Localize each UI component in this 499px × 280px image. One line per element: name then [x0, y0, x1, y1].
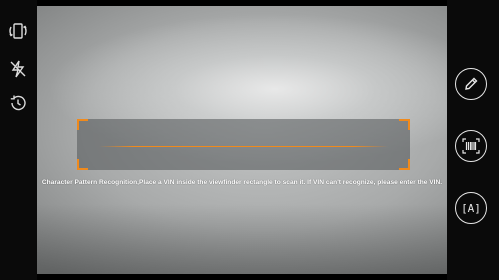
left-toolbar: [0, 0, 37, 280]
viewfinder-corner: [77, 119, 88, 130]
edit-pencil-icon: [465, 77, 478, 90]
text-recognition-button[interactable]: [A]: [455, 192, 487, 224]
viewfinder-rectangle: [77, 119, 410, 170]
preview-shade: [37, 204, 447, 274]
scan-hint-text: Character Pattern Recognition,Place a VI…: [41, 179, 443, 186]
history-button[interactable]: [4, 89, 32, 117]
barcode-scan-icon: [462, 138, 480, 154]
viewfinder-corner: [77, 159, 88, 170]
flash-toggle-button[interactable]: [4, 55, 32, 83]
scan-line: [99, 146, 388, 147]
rotate-screen-button[interactable]: [4, 17, 32, 45]
viewfinder-corner: [399, 119, 410, 130]
history-icon: [10, 95, 26, 111]
barcode-scan-button[interactable]: [455, 130, 487, 162]
vin-scanner-screen: Character Pattern Recognition,Place a VI…: [0, 0, 499, 280]
viewfinder-corner: [399, 159, 410, 170]
right-toolbar: [A]: [447, 0, 499, 280]
manual-entry-button[interactable]: [455, 68, 487, 100]
text-recognition-icon: [A]: [461, 201, 481, 215]
rotate-screen-icon: [9, 23, 27, 39]
flash-off-icon: [10, 60, 26, 78]
